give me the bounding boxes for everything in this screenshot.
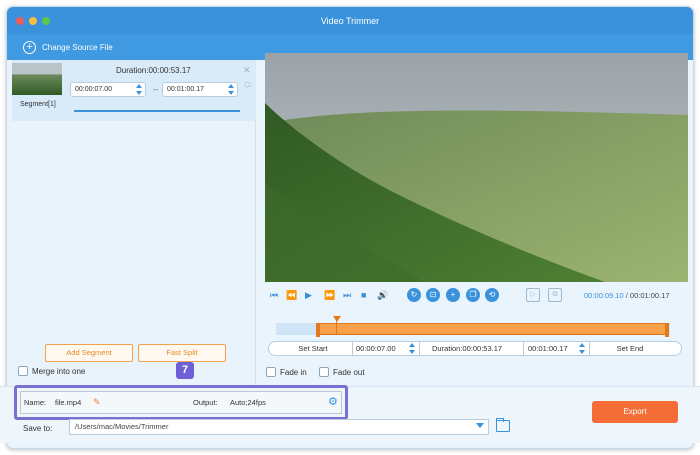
divider: [352, 342, 353, 355]
segment-start-value: 00:00:07.00: [75, 86, 112, 93]
time-separator: /: [625, 291, 628, 300]
trim-duration: Duration:00:00:53.17: [432, 344, 503, 353]
end-time-value: 00:01:00.17: [528, 344, 568, 353]
segment-end-field[interactable]: 00:01:00.17: [162, 82, 238, 97]
divider: [419, 342, 420, 355]
window-controls: [16, 17, 50, 25]
window-title: Video Trimmer: [320, 15, 380, 26]
pencil-icon[interactable]: ✎: [93, 397, 101, 408]
segment-duration: Duration:00:00:53.17: [116, 66, 191, 75]
chevron-down-icon[interactable]: [476, 423, 484, 428]
set-end-button[interactable]: Set End: [594, 342, 666, 355]
fade-out-label: Fade out: [333, 368, 365, 377]
minimize-window-button[interactable]: [29, 17, 37, 25]
divider: [523, 342, 524, 355]
name-label: Name:: [24, 398, 47, 407]
crop-icon[interactable]: ⊡: [426, 288, 440, 302]
fade-out-checkbox[interactable]: [319, 367, 329, 377]
export-button[interactable]: Export: [592, 401, 678, 423]
add-segment-button[interactable]: Add Segment: [45, 344, 133, 362]
segment-start-field[interactable]: 00:00:07.00: [70, 82, 146, 97]
merge-checkbox[interactable]: [18, 366, 28, 376]
save-path-field[interactable]: /Users/mac/Movies/Trimmer: [69, 419, 489, 435]
step-callout-badge: 7: [176, 362, 194, 379]
zoom-window-button[interactable]: [42, 17, 50, 25]
start-time-value: 00:00:07.00: [356, 344, 396, 353]
folder-icon[interactable]: [496, 418, 510, 432]
output-label: Output:: [193, 398, 218, 407]
end-time-field[interactable]: 00:01:00.17: [528, 342, 583, 355]
landscape-frame: [265, 53, 688, 282]
loop-icon[interactable]: ↻: [407, 288, 421, 302]
total-time: 00:01:00.17: [629, 291, 670, 300]
set-start-button[interactable]: Set Start: [277, 342, 349, 355]
video-preview[interactable]: [265, 53, 688, 282]
divider: [589, 342, 590, 355]
skip-to-end-icon[interactable]: ⏭: [343, 290, 351, 301]
time-readout: 00:00:09.10 / 00:01:00.17: [584, 291, 670, 300]
playhead-marker-icon[interactable]: [333, 316, 341, 322]
rewind-icon[interactable]: ⏪: [286, 290, 297, 301]
start-time-stepper-icon[interactable]: [409, 343, 415, 354]
title-bar: Video Trimmer: [7, 7, 693, 34]
fast-split-button[interactable]: Fast Split: [138, 344, 226, 362]
selected-segment[interactable]: [316, 323, 669, 337]
merge-label: Merge into one: [32, 367, 86, 376]
fade-in-checkbox[interactable]: [266, 367, 276, 377]
snapshot-icon[interactable]: ⧉: [548, 288, 562, 302]
stop-icon[interactable]: ■: [361, 290, 366, 300]
change-source-label: Change Source File: [42, 42, 113, 52]
volume-icon[interactable]: 🔊: [377, 290, 388, 301]
skip-to-start-icon[interactable]: ⏮: [270, 290, 278, 301]
trim-timeline[interactable]: [276, 316, 670, 337]
reset-icon[interactable]: ⟲: [485, 288, 499, 302]
save-to-label: Save to:: [23, 424, 53, 433]
end-handle[interactable]: [665, 323, 669, 337]
start-time-field[interactable]: 00:00:07.00: [356, 342, 416, 355]
fade-in-label: Fade in: [280, 368, 307, 377]
current-time: 00:00:09.10: [584, 291, 624, 300]
segment-thumbnail: [12, 63, 62, 95]
play-icon[interactable]: ▶: [305, 290, 312, 301]
end-time-stepper-icon[interactable]: [579, 343, 585, 354]
copy-icon[interactable]: ❐: [466, 288, 480, 302]
output-value: Auto;24fps: [230, 398, 266, 407]
add-icon[interactable]: +: [446, 288, 460, 302]
segment-progress-bar: [74, 110, 240, 112]
start-handle[interactable]: [316, 323, 320, 337]
fast-forward-icon[interactable]: ⏩: [324, 290, 335, 301]
name-field[interactable]: file.mp4: [55, 398, 81, 407]
plus-circle-icon: +: [23, 40, 36, 54]
segment-end-value: 00:01:00.17: [167, 86, 204, 93]
close-icon[interactable]: ✕: [243, 65, 251, 76]
segment-label: Segment[1]: [20, 101, 56, 108]
time-separator: --: [153, 85, 159, 94]
playhead-line: [336, 321, 337, 335]
gear-icon[interactable]: ⚙: [328, 395, 338, 408]
close-window-button[interactable]: [16, 17, 24, 25]
chevron-down-icon[interactable]: ﹀: [244, 84, 251, 94]
end-stepper-icon[interactable]: [228, 84, 234, 95]
playback-controls: ⏮ ⏪ ▶ ⏩ ⏭ ■ 🔊 ↻ ⊡ + ❐ ⟲ ▷ ⧉ 00:00:09.10 …: [265, 287, 688, 305]
trim-control-bar: Set Start 00:00:07.00 Duration:00:00:53.…: [268, 341, 682, 356]
next-frame-icon[interactable]: ▷: [526, 288, 540, 302]
segment-card[interactable]: Segment[1] Duration:00:00:53.17 00:00:07…: [12, 60, 256, 121]
start-stepper-icon[interactable]: [136, 84, 142, 95]
